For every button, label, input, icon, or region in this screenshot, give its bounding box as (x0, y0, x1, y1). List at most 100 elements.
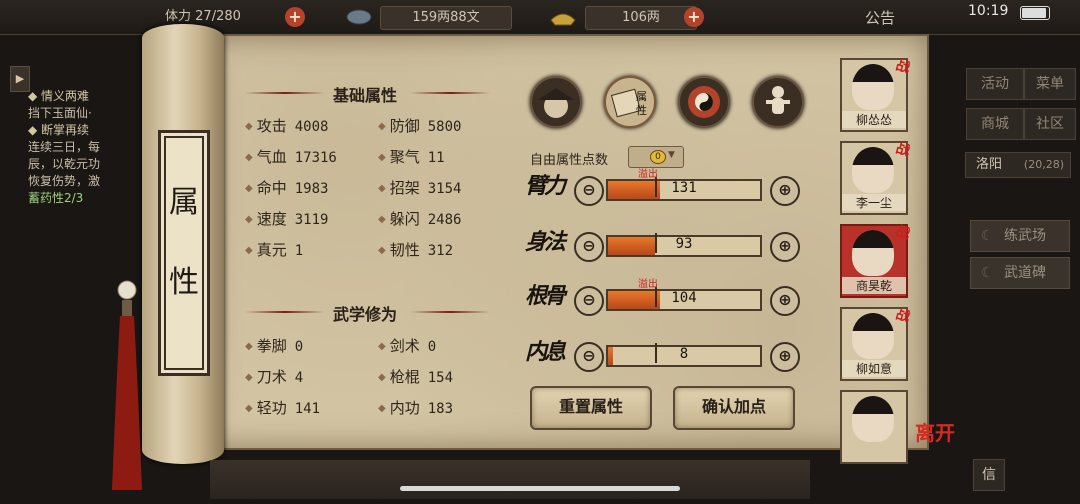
free-points-label: 自由属性点数 (530, 153, 609, 168)
expand-arrow-icon[interactable]: ▶ (10, 66, 30, 92)
stat-attack: ◆ 攻击 4008 (245, 115, 328, 136)
attribute-name: 内息 (525, 339, 566, 365)
stat-hp: ◆ 气血 17316 (245, 146, 337, 167)
character-portrait (852, 147, 894, 193)
bagua-tab-icon[interactable] (678, 76, 730, 128)
dropdown-arrow-icon[interactable]: ▼ (668, 150, 675, 160)
party-member-card[interactable] (840, 390, 908, 464)
plus-button[interactable]: ⊕ (770, 342, 800, 372)
stat-toughness: ◆ 韧性 312 (378, 239, 453, 260)
character-portrait (852, 313, 894, 359)
stat-inner-skill: ◆ 内功 183 (378, 397, 453, 418)
attribute-tab-icon[interactable]: 属性 (604, 76, 656, 128)
stat-label: 轻功 (256, 399, 287, 417)
add-gold-button[interactable]: + (684, 7, 704, 27)
portrait-tab-icon[interactable] (530, 76, 582, 128)
party-member-card[interactable]: 商昊乾战 (840, 223, 912, 298)
training-ground-link[interactable]: ☾ 练武场 (970, 220, 1070, 252)
attribute-bar: 104 (606, 289, 762, 311)
stat-label: 防御 (389, 117, 420, 135)
title-divider (245, 311, 325, 313)
stat-label: 气血 (256, 148, 287, 166)
portrait-hair (852, 313, 894, 331)
threshold-marker (655, 233, 658, 253)
stat-parry: ◆ 招架 3154 (378, 177, 461, 198)
stat-value: 183 (427, 401, 454, 417)
stat-label: 命中 (256, 179, 287, 197)
bottom-nav-bar (210, 460, 810, 499)
diamond-bullet-icon: ◆ (245, 183, 253, 194)
party-member-card[interactable]: 李一尘战 (840, 140, 912, 215)
character-portrait (852, 396, 894, 442)
stat-label: 拳脚 (256, 337, 287, 355)
location-name: 洛阳 (976, 157, 1003, 172)
stat-spear: ◆ 枪棍 154 (378, 366, 453, 387)
scroll-title-tag: 属 性 (158, 130, 210, 376)
diamond-bullet-icon: ◆ (378, 245, 386, 256)
stat-lightness: ◆ 轻功 141 (245, 397, 320, 418)
stat-true-energy: ◆ 真元 1 (245, 239, 303, 260)
stat-value: 1983 (294, 181, 329, 197)
party-member-card[interactable]: 柳怂怂战 (840, 57, 912, 132)
attribute-value: 8 (679, 346, 689, 362)
add-stamina-button[interactable]: + (285, 7, 305, 27)
diamond-bullet-icon: ◆ (378, 214, 386, 225)
leave-button[interactable]: 离开 (915, 417, 955, 446)
stat-value: 3119 (294, 212, 329, 228)
stat-focus: ◆ 聚气 11 (378, 146, 445, 167)
stat-value: 2486 (427, 212, 462, 228)
stat-label: 速度 (256, 210, 287, 228)
stat-fist: ◆ 拳脚 0 (245, 335, 303, 356)
confirm-points-button[interactable]: 确认加点 (673, 386, 795, 430)
diamond-bullet-icon: ◆ (378, 121, 386, 132)
shop-button[interactable]: 商城 (966, 108, 1024, 140)
attribute-bar: 8 (606, 345, 762, 367)
stat-value: 312 (427, 243, 454, 259)
notice-button[interactable]: 公告 (865, 7, 895, 28)
character-name: 柳怂怂 (842, 111, 906, 128)
money-display: 159两88文 (380, 6, 512, 30)
stat-label: 招架 (389, 179, 420, 197)
stamina-value: 27/280 (195, 9, 241, 24)
plus-button[interactable]: ⊕ (770, 176, 800, 206)
basic-attributes-title: 基础属性 (332, 86, 397, 105)
martial-stele-link[interactable]: ☾ 武道碑 (970, 257, 1070, 289)
minus-button[interactable]: ⊖ (574, 176, 604, 206)
scroll-title-char: 属 (169, 185, 199, 220)
diamond-bullet-icon: ◆ (245, 341, 253, 352)
attribute-value: 104 (671, 290, 697, 306)
stat-value: 3154 (427, 181, 462, 197)
attribute-name: 身法 (525, 229, 566, 255)
minus-button[interactable]: ⊖ (574, 342, 604, 372)
overflow-label: 溢出 (638, 279, 658, 290)
diamond-bullet-icon: ◆ (245, 121, 253, 132)
overflow-label: 溢出 (638, 169, 658, 180)
attribute-value: 131 (671, 180, 697, 196)
community-button[interactable]: 社区 (1024, 108, 1076, 140)
gold-ingot-icon (548, 6, 578, 28)
stat-label: 内功 (389, 399, 420, 417)
stat-label: 真元 (256, 241, 287, 259)
stat-label: 刀术 (256, 368, 287, 386)
minus-button[interactable]: ⊖ (574, 286, 604, 316)
reset-attributes-button[interactable]: 重置属性 (530, 386, 652, 430)
stat-label: 枪棍 (389, 368, 420, 386)
party-member-card[interactable]: 柳如意战 (840, 306, 912, 381)
plus-button[interactable]: ⊕ (770, 232, 800, 262)
attribute-value: 93 (675, 236, 693, 252)
meridian-tab-icon[interactable] (752, 76, 804, 128)
chat-button[interactable]: 信 (973, 459, 1005, 491)
stamina-label: 体力 (165, 9, 192, 24)
portrait-hair (852, 147, 894, 165)
home-indicator[interactable] (400, 486, 680, 491)
menu-button[interactable]: 菜单 (1024, 68, 1076, 100)
plus-button[interactable]: ⊕ (770, 286, 800, 316)
activity-button[interactable]: 活动 (966, 68, 1024, 100)
stat-label: 躲闪 (389, 210, 420, 228)
minus-button[interactable]: ⊖ (574, 232, 604, 262)
stat-label: 剑术 (389, 337, 420, 355)
threshold-marker (655, 343, 658, 363)
attribute-name: 根骨 (525, 283, 566, 309)
diamond-bullet-icon: ◆ (245, 214, 253, 225)
location-display: 洛阳 (20,28) (965, 152, 1071, 178)
